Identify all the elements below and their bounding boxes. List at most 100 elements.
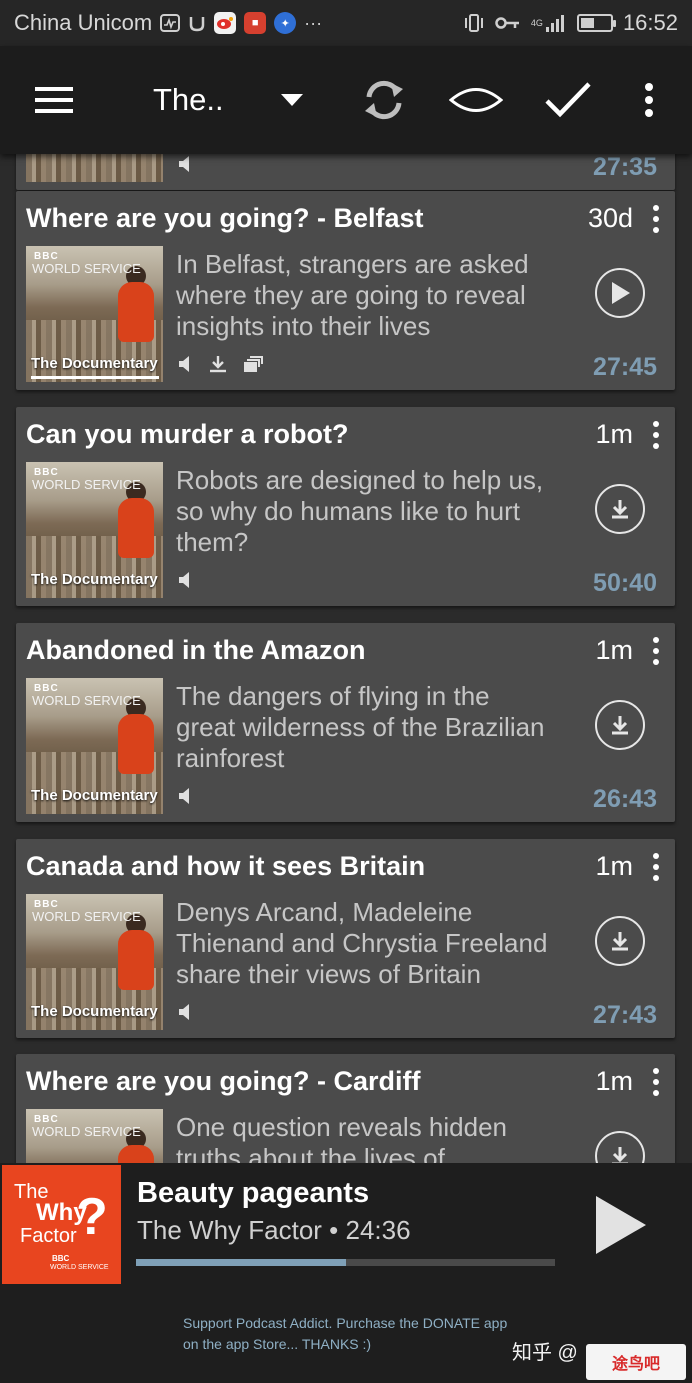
episode-duration: 27:45: [593, 353, 657, 381]
refresh-icon[interactable]: [358, 46, 410, 154]
player-episode-title[interactable]: Beauty pageants: [137, 1177, 369, 1210]
world-service-label: WORLD SERVICE: [32, 693, 141, 708]
episode-age: 1m: [595, 1066, 633, 1096]
battery-icon: [576, 14, 616, 32]
app-toolbar: The..: [0, 46, 692, 154]
episode-more-vert-icon[interactable]: [651, 637, 661, 665]
thumbnail-label: The Documentary: [31, 1003, 158, 1020]
checkmark-icon[interactable]: [542, 46, 594, 154]
episode-thumbnail[interactable]: BBCWORLD SERVICEThe Documentary: [26, 678, 163, 814]
episode-card[interactable]: Abandoned in the Amazon 1m BBC WORLD SERVIC…: [16, 623, 675, 822]
thumbnail-label: The Documentary: [31, 787, 158, 804]
status-bar: China Unicom ■ ✦ ··· 4G 16:52: [0, 0, 692, 46]
episode-thumbnail[interactable]: BBCWORLD SERVICEThe Documentary: [26, 246, 163, 382]
episode-description: Robots are designed to help us, so why d…: [176, 465, 544, 557]
episode-duration: 27:35: [593, 154, 657, 181]
episode-list[interactable]: 27:35 Where are you going? - Belfast 30d B…: [0, 154, 692, 1163]
speaker-icon: [178, 155, 194, 178]
episode-duration: 50:40: [593, 569, 657, 597]
episode-thumbnail[interactable]: BBCWORLD SERVICEThe Documentary: [26, 1109, 163, 1163]
vibrate-icon: [463, 13, 485, 33]
downloaded-icon: [208, 355, 228, 378]
carrier-name: China Unicom: [14, 10, 153, 35]
activity-icon: [160, 14, 181, 32]
episode-more-vert-icon[interactable]: [651, 853, 661, 881]
caret-down-icon[interactable]: [276, 46, 308, 154]
speaker-icon: [178, 571, 194, 594]
episode-description: One question reveals hidden truths about…: [176, 1112, 508, 1163]
key-icon: [495, 16, 521, 30]
episode-title[interactable]: Canada and how it sees Britain: [26, 851, 425, 882]
episode-age: 1m: [595, 635, 633, 665]
episode-status-icons: [178, 355, 264, 378]
episode-duration: 27:43: [593, 1001, 657, 1029]
episode-card[interactable]: Where are you going? - Belfast 30d BBC WORL…: [16, 191, 675, 390]
player-artwork[interactable]: The Why Factor ? BBC WORLD SERVICE: [2, 1165, 121, 1284]
world-service-label: WORLD SERVICE: [32, 261, 141, 276]
watermark-logo: 途鸟吧: [586, 1344, 686, 1380]
episode-more-vert-icon[interactable]: [651, 205, 661, 233]
blue-app-icon: ✦: [274, 12, 297, 34]
episode-more-vert-icon[interactable]: [651, 1068, 661, 1096]
clock: 16:52: [622, 10, 678, 35]
episode-status-icons: [178, 1003, 194, 1026]
episode-card[interactable]: Can you murder a robot? 1m BBC WORLD SERVIC…: [16, 407, 675, 606]
episode-status-icons: [178, 571, 194, 594]
thumbnail-label: The Documentary: [31, 571, 158, 588]
episode-thumbnail[interactable]: BBCWORLD SERVICEThe Documentary: [26, 462, 163, 598]
episode-title[interactable]: Where are you going? - Belfast: [26, 203, 424, 234]
support-message[interactable]: Support Podcast Addict. Purchase the DON…: [183, 1313, 507, 1355]
podcast-title-dropdown[interactable]: The..: [153, 46, 224, 154]
app-notification-icon: ■: [244, 12, 267, 34]
thumbnail-label: The Documentary: [31, 355, 158, 372]
art-question-mark: ?: [76, 1188, 108, 1246]
episode-title[interactable]: Abandoned in the Amazon: [26, 635, 366, 666]
speaker-icon: [178, 787, 194, 810]
world-service-label: WORLD SERVICE: [32, 909, 141, 924]
hamburger-menu-icon[interactable]: [28, 46, 80, 154]
network-type: 4G: [530, 18, 543, 28]
art-service: WORLD SERVICE: [50, 1264, 109, 1271]
download-button[interactable]: [595, 484, 645, 534]
signal-icon: 4G: [531, 13, 567, 33]
episode-more-vert-icon[interactable]: [651, 421, 661, 449]
episode-title[interactable]: Where are you going? - Cardiff: [26, 1066, 421, 1097]
art-word-factor: Factor: [20, 1225, 77, 1247]
watermark-logo-text: 途鸟吧: [611, 1356, 660, 1373]
watermark-text: 知乎 @: [512, 1342, 578, 1364]
support-line-2: on the app Store... THANKS :): [183, 1336, 372, 1352]
more-notifications-icon: ···: [304, 12, 323, 33]
world-service-label: WORLD SERVICE: [32, 477, 141, 492]
episode-thumbnail[interactable]: BBCWORLD SERVICEThe Documentary: [26, 894, 163, 1030]
play-button[interactable]: [595, 268, 645, 318]
episode-age: 1m: [595, 851, 633, 881]
art-brand: BBC: [52, 1254, 70, 1263]
download-button[interactable]: [595, 1131, 645, 1163]
world-service-label: WORLD SERVICE: [32, 1124, 141, 1139]
episode-description: Denys Arcand, Madeleine Thienand and Chr…: [176, 897, 548, 989]
episode-description: The dangers of flying in the great wilde…: [176, 681, 545, 773]
episode-card[interactable]: Where are you going? - Cardiff 1m BBC WORLD…: [16, 1054, 675, 1163]
episode-description: In Belfast, strangers are asked where th…: [176, 249, 529, 341]
episode-status-icons: [178, 787, 194, 810]
episode-thumbnail: [26, 154, 163, 182]
episode-card[interactable]: Canada and how it sees Britain 1m BBC WORLD…: [16, 839, 675, 1038]
episode-title[interactable]: Can you murder a robot?: [26, 419, 349, 450]
player-podcast-subtitle: The Why Factor • 24:36: [137, 1215, 411, 1245]
speaker-icon: [178, 1003, 194, 1026]
playlist-icon: [242, 355, 264, 378]
episode-age: 1m: [595, 419, 633, 449]
download-button[interactable]: [595, 916, 645, 966]
eye-icon[interactable]: [446, 46, 506, 154]
download-button[interactable]: [595, 700, 645, 750]
episode-card-partial[interactable]: 27:35: [16, 154, 675, 190]
speaker-icon: [178, 355, 194, 378]
support-line-1: Support Podcast Addict. Purchase the DON…: [183, 1315, 508, 1331]
more-vert-icon[interactable]: [636, 46, 662, 154]
alarm-icon: [188, 14, 206, 32]
weibo-icon: [214, 12, 237, 34]
episode-age: 30d: [587, 203, 633, 233]
play-icon[interactable]: [590, 1193, 650, 1257]
episode-duration: 26:43: [593, 785, 657, 813]
player-progress-bar[interactable]: [136, 1259, 555, 1266]
